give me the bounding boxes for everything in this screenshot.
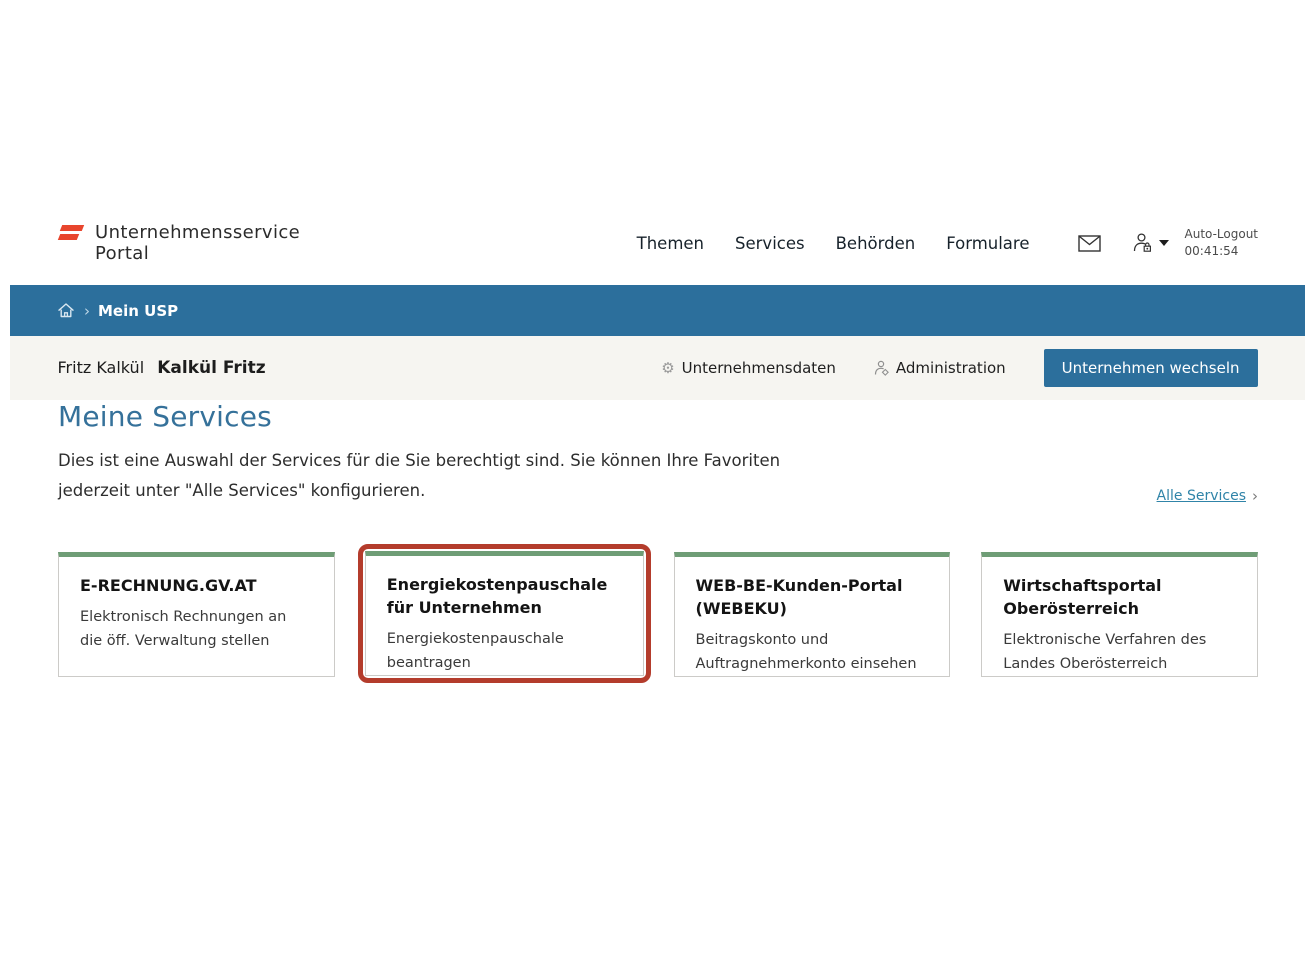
page-title: Meine Services: [58, 400, 1258, 433]
chevron-down-icon: [1159, 240, 1169, 246]
nav-services[interactable]: Services: [735, 234, 805, 253]
brand-title: Unternehmensservice Portal: [95, 222, 300, 264]
account-menu[interactable]: [1131, 232, 1169, 254]
top-navigation: Themen Services Behörden Formulare: [637, 234, 1030, 253]
header-right: Themen Services Behörden Formulare: [637, 226, 1258, 260]
person-lock-icon: [1131, 232, 1153, 254]
highlight-border: Energiekostenpauschale für Unternehmen E…: [358, 544, 651, 683]
company-name: Kalkül Fritz: [157, 358, 265, 378]
intro-line2: jederzeit unter "Alle Services" konfigur…: [58, 476, 818, 506]
nav-behoerden[interactable]: Behörden: [836, 234, 916, 253]
service-card-description: Beitragskonto und Auftragnehmerkonto ein…: [696, 629, 929, 676]
service-card-title: Wirtschaftsportal Oberösterreich: [1003, 574, 1236, 620]
link-administration[interactable]: Administration: [874, 359, 1006, 377]
breadcrumb-current: Mein USP: [98, 302, 178, 320]
service-card-energiekostenpauschale[interactable]: Energiekostenpauschale für Unternehmen E…: [365, 551, 644, 676]
person-gear-icon: [874, 360, 889, 376]
link-administration-label: Administration: [896, 359, 1006, 377]
home-icon[interactable]: [57, 302, 75, 319]
intro-line1: Dies ist eine Auswahl der Services für d…: [58, 446, 818, 476]
main-content: Meine Services Dies ist eine Auswahl der…: [58, 400, 1258, 677]
intro-section: Dies ist eine Auswahl der Services für d…: [58, 446, 1258, 506]
nav-formulare[interactable]: Formulare: [946, 234, 1029, 253]
service-card-description: Energiekostenpauschale beantragen: [387, 628, 622, 675]
user-bar: Fritz Kalkül Kalkül Fritz ⚙ Unternehmens…: [10, 336, 1305, 400]
nav-themen[interactable]: Themen: [637, 234, 704, 253]
auto-logout-timer: 00:41:54: [1185, 243, 1259, 260]
brand-logo[interactable]: Unternehmensservice Portal: [58, 222, 300, 264]
chevron-right-icon: ›: [1252, 487, 1258, 505]
user-names: Fritz Kalkül Kalkül Fritz: [58, 358, 266, 378]
austria-flag-icon: [58, 225, 82, 242]
user-name: Fritz Kalkül: [58, 358, 145, 377]
service-card-description: Elektronische Verfahren des Landes Oberö…: [1003, 629, 1236, 676]
service-card-title: E-RECHNUNG.GV.AT: [80, 574, 313, 597]
service-card-title: Energiekostenpauschale für Unternehmen: [387, 573, 622, 619]
mail-icon[interactable]: [1078, 235, 1101, 252]
service-card-erechnung[interactable]: E-RECHNUNG.GV.AT Elektronisch Rechnungen…: [58, 552, 335, 677]
switch-company-button[interactable]: Unternehmen wechseln: [1044, 349, 1258, 387]
auto-logout-label: Auto-Logout: [1185, 226, 1259, 243]
link-unternehmensdaten[interactable]: ⚙ Unternehmensdaten: [661, 359, 836, 377]
service-cards: E-RECHNUNG.GV.AT Elektronisch Rechnungen…: [58, 552, 1258, 677]
user-bar-actions: ⚙ Unternehmensdaten Administration Unter…: [661, 349, 1257, 387]
breadcrumb-separator: ›: [84, 302, 90, 320]
brand-line1: Unternehmensservice: [95, 222, 300, 243]
site-header: Unternehmensservice Portal Themen Servic…: [58, 222, 1258, 264]
auto-logout: Auto-Logout 00:41:54: [1185, 226, 1259, 260]
service-card-description: Elektronisch Rechnungen an die öff. Verw…: [80, 606, 313, 653]
brand-line2: Portal: [95, 243, 149, 264]
link-unternehmensdaten-label: Unternehmensdaten: [682, 359, 836, 377]
service-card-webeku[interactable]: WEB-BE-Kunden-Portal (WEBEKU) Beitragsko…: [674, 552, 951, 677]
all-services-link[interactable]: Alle Services ›: [1157, 487, 1258, 505]
gear-icon: ⚙: [661, 361, 674, 376]
service-card-title: WEB-BE-Kunden-Portal (WEBEKU): [696, 574, 929, 620]
service-card-wirtschaftsportal[interactable]: Wirtschaftsportal Oberösterreich Elektro…: [981, 552, 1258, 677]
page: Unternehmensservice Portal Themen Servic…: [0, 0, 1316, 677]
all-services-label: Alle Services: [1157, 488, 1246, 504]
breadcrumb-bar: › Mein USP: [10, 285, 1305, 336]
